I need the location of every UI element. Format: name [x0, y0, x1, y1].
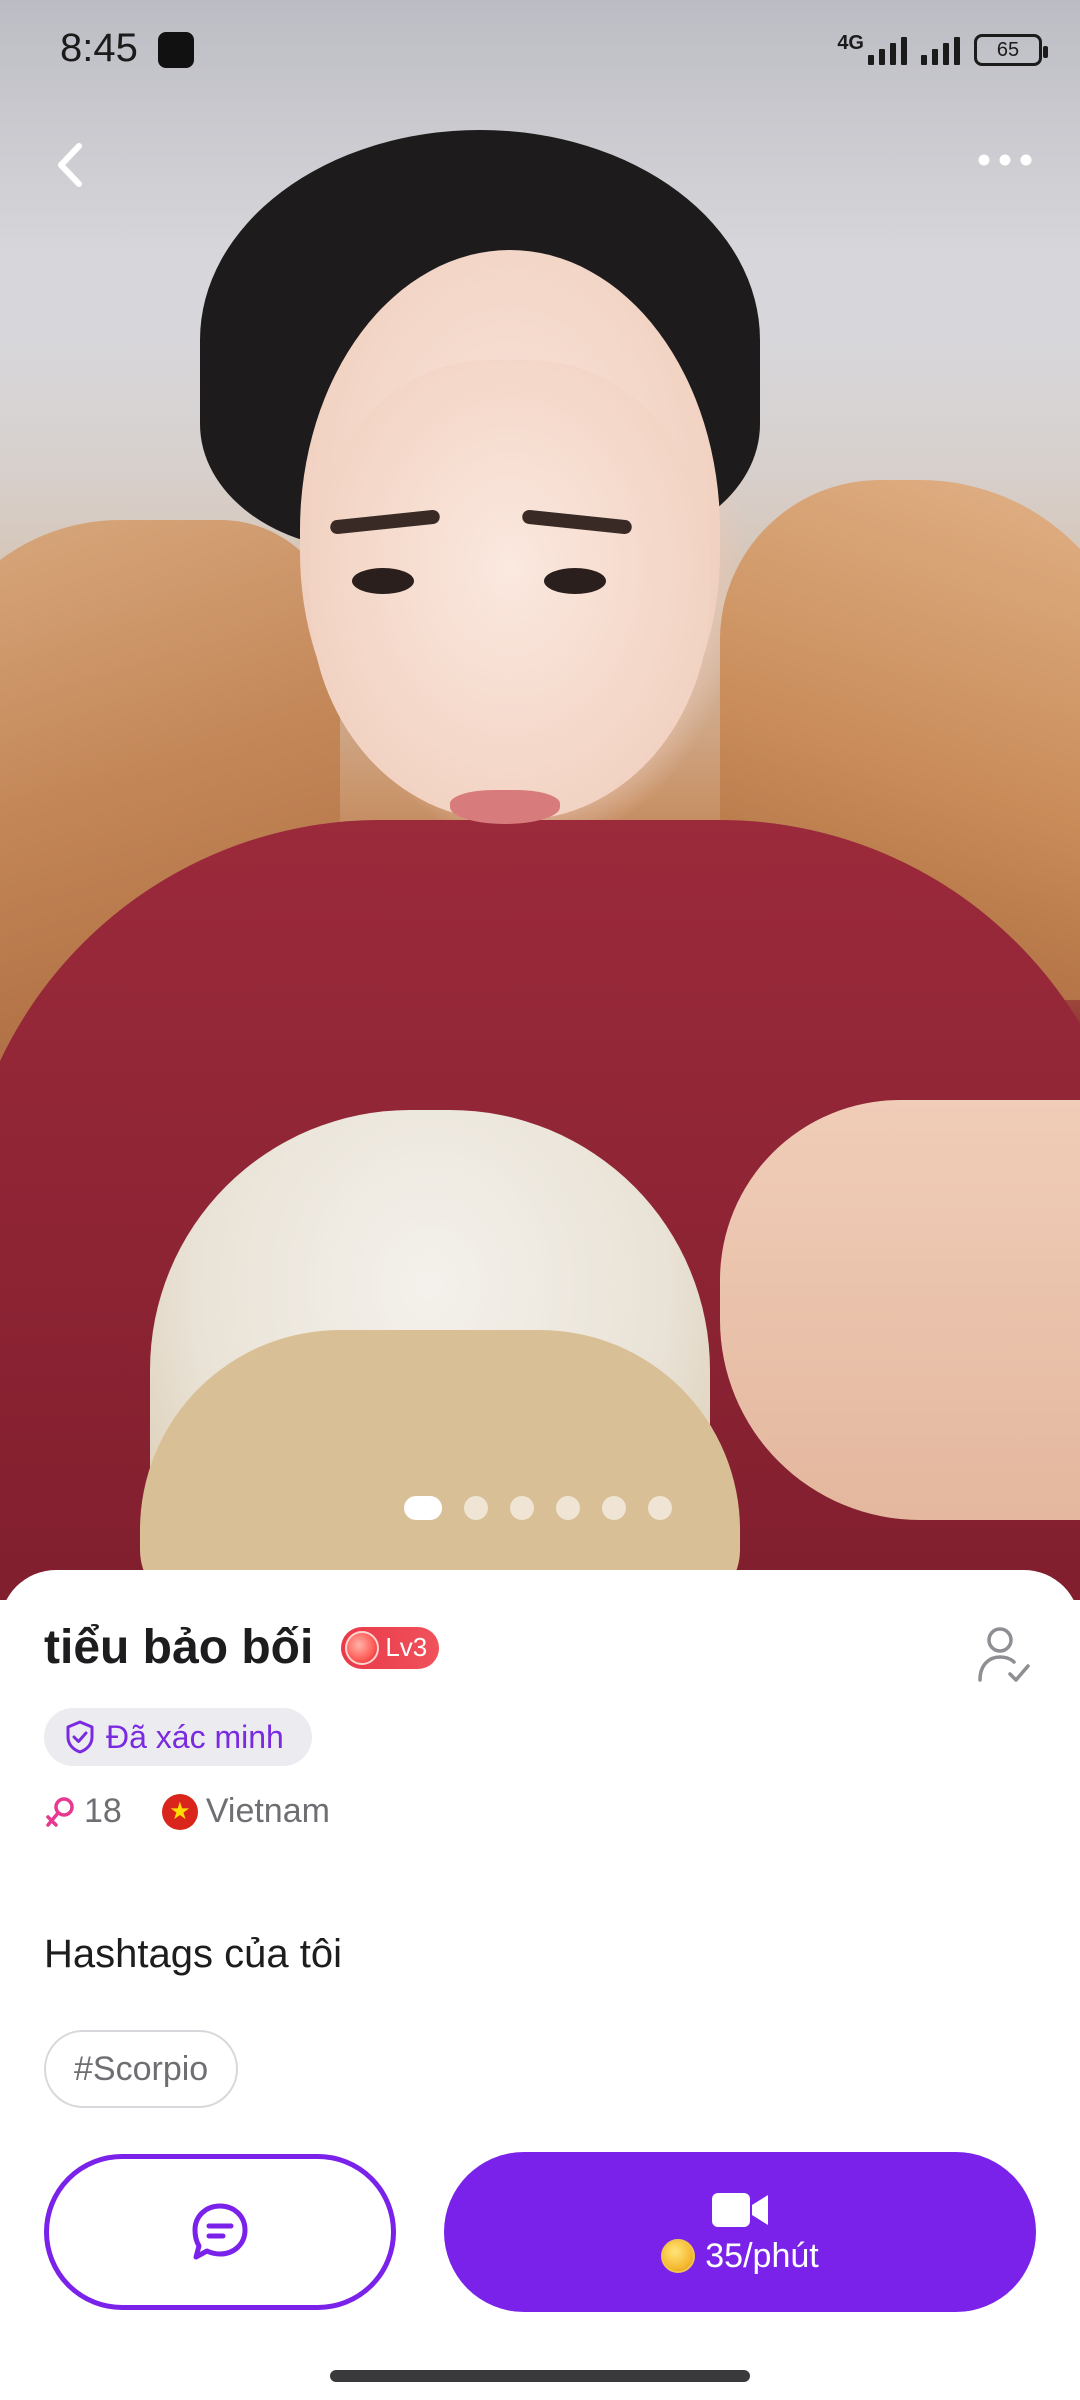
signal-bars-2-icon — [921, 35, 960, 65]
verified-label: Đã xác minh — [106, 1718, 284, 1755]
photo-plush-toy-base — [140, 1330, 740, 1600]
name-row: tiểu bảo bối Lv3 — [44, 1620, 440, 1675]
follow-button[interactable] — [972, 1620, 1036, 1690]
level-badge: Lv3 — [341, 1626, 440, 1669]
signal-bars-1-icon — [868, 35, 907, 65]
bottom-action-bar: 35/phút — [0, 2130, 1080, 2400]
page-dot[interactable] — [556, 1496, 580, 1520]
coin-icon — [661, 2239, 696, 2273]
profile-meta: 18 ★ Vietnam — [44, 1792, 330, 1831]
hashtags-title: Hashtags của tôi — [44, 1932, 342, 1976]
status-bar: 8:45 4G 65 — [0, 0, 1080, 100]
page-dot[interactable] — [510, 1496, 534, 1520]
video-call-button[interactable]: 35/phút — [444, 2152, 1036, 2312]
page-dot[interactable] — [464, 1496, 488, 1520]
photo-pagination — [404, 1496, 672, 1520]
network-type: 4G — [837, 32, 864, 54]
user-check-icon — [978, 1627, 1030, 1682]
profile-name: tiểu bảo bối — [44, 1621, 314, 1674]
back-button[interactable] — [40, 130, 100, 200]
status-time: 8:45 — [60, 26, 138, 70]
mobile-signal-1: 4G — [837, 32, 907, 65]
status-indicators: 4G 65 — [837, 30, 1048, 70]
country-value: Vietnam — [205, 1792, 330, 1830]
call-price-label: 35/phút — [705, 2236, 819, 2275]
chat-bubble-icon — [192, 2203, 248, 2260]
photo-left-eye — [352, 568, 414, 594]
photo-right-eye — [544, 568, 606, 594]
level-gem-icon — [345, 1630, 380, 1665]
country-info: ★ Vietnam — [161, 1792, 330, 1831]
age-info: 18 — [44, 1792, 122, 1831]
video-camera-icon — [712, 2192, 768, 2227]
notification-app-icon — [158, 32, 194, 68]
profile-screen: 8:45 4G 65 tiểu bảo bối Lv3 Đã xác minh … — [0, 0, 1080, 2400]
hashtag-chip[interactable]: #Scorpio — [44, 2030, 239, 2108]
female-icon — [46, 1796, 74, 1827]
profile-photo[interactable] — [0, 0, 1080, 1600]
level-label: Lv3 — [385, 1632, 428, 1662]
home-indicator[interactable] — [330, 2370, 750, 2382]
battery-level: 65 — [996, 38, 1020, 61]
page-dot[interactable] — [648, 1496, 672, 1520]
more-options-button[interactable] — [970, 140, 1040, 180]
verified-badge: Đã xác minh — [44, 1708, 312, 1766]
vietnam-flag-icon: ★ — [161, 1793, 198, 1830]
photo-arm — [720, 1100, 1080, 1520]
battery-icon: 65 — [974, 34, 1048, 66]
photo-mouth — [450, 790, 560, 824]
age-value: 18 — [84, 1792, 122, 1830]
more-horizontal-icon — [978, 154, 1032, 166]
call-price: 35/phút — [661, 2236, 819, 2276]
chevron-left-icon — [58, 143, 82, 187]
page-dot-active[interactable] — [404, 1496, 442, 1520]
page-dot[interactable] — [602, 1496, 626, 1520]
chat-button[interactable] — [44, 2154, 396, 2310]
shield-check-icon — [66, 1720, 94, 1754]
